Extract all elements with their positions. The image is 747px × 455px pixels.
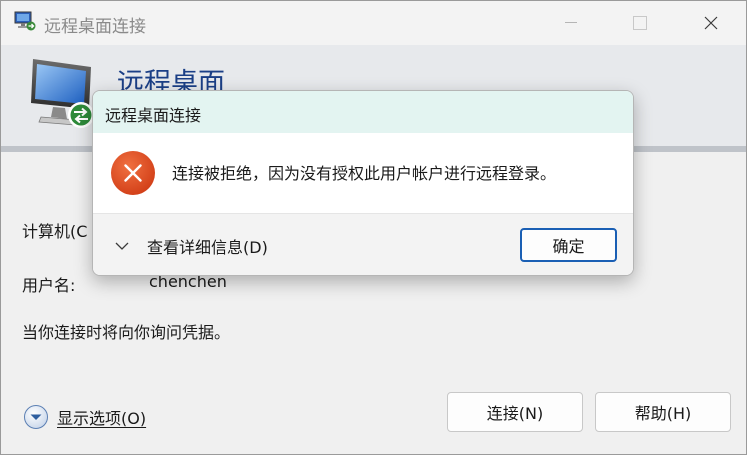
dialog-footer: 查看详细信息(D) 确定 [93, 213, 633, 275]
dialog-body: 连接被拒绝，因为没有授权此用户帐户进行远程登录。 [93, 133, 633, 213]
credentials-note: 当你连接时将向你询问凭据。 [22, 323, 231, 342]
remote-desktop-window: 远程桌面连接 远程桌面 计算机(C 用户名: chenchen 当你连接时将向你… [0, 0, 747, 455]
computer-label: 计算机(C [22, 222, 88, 241]
remote-desktop-icon [14, 11, 36, 31]
maximize-button[interactable] [606, 1, 674, 45]
view-details-toggle[interactable]: 查看详细信息(D) [115, 234, 268, 258]
help-button[interactable]: 帮助(H) [595, 392, 731, 432]
error-x-icon [110, 150, 156, 196]
view-details-label: 查看详细信息(D) [147, 238, 268, 257]
ok-button[interactable]: 确定 [520, 228, 617, 262]
username-label: 用户名: [22, 276, 76, 295]
dialog-title: 远程桌面连接 [105, 106, 202, 125]
show-options-toggle[interactable]: 显示选项(O) [23, 404, 146, 430]
window-titlebar: 远程桌面连接 [1, 1, 746, 45]
circle-chevron-down-icon [24, 405, 48, 429]
window-title: 远程桌面连接 [44, 17, 146, 37]
remote-desktop-monitor-icon [23, 53, 103, 133]
minimize-icon [565, 22, 577, 23]
close-icon [704, 16, 718, 30]
close-button[interactable] [677, 1, 745, 45]
chevron-down-icon [115, 242, 129, 250]
error-dialog: 远程桌面连接 连接被拒绝，因为没有授权此用户帐户进行远程登录。 查看详细信息(D… [92, 90, 634, 276]
dialog-titlebar: 远程桌面连接 [93, 91, 633, 133]
minimize-button[interactable] [537, 1, 605, 45]
dialog-message: 连接被拒绝，因为没有授权此用户帐户进行远程登录。 [172, 164, 557, 183]
maximize-icon [633, 16, 647, 30]
show-options-label: 显示选项(O) [57, 409, 147, 428]
connect-button[interactable]: 连接(N) [447, 392, 583, 432]
